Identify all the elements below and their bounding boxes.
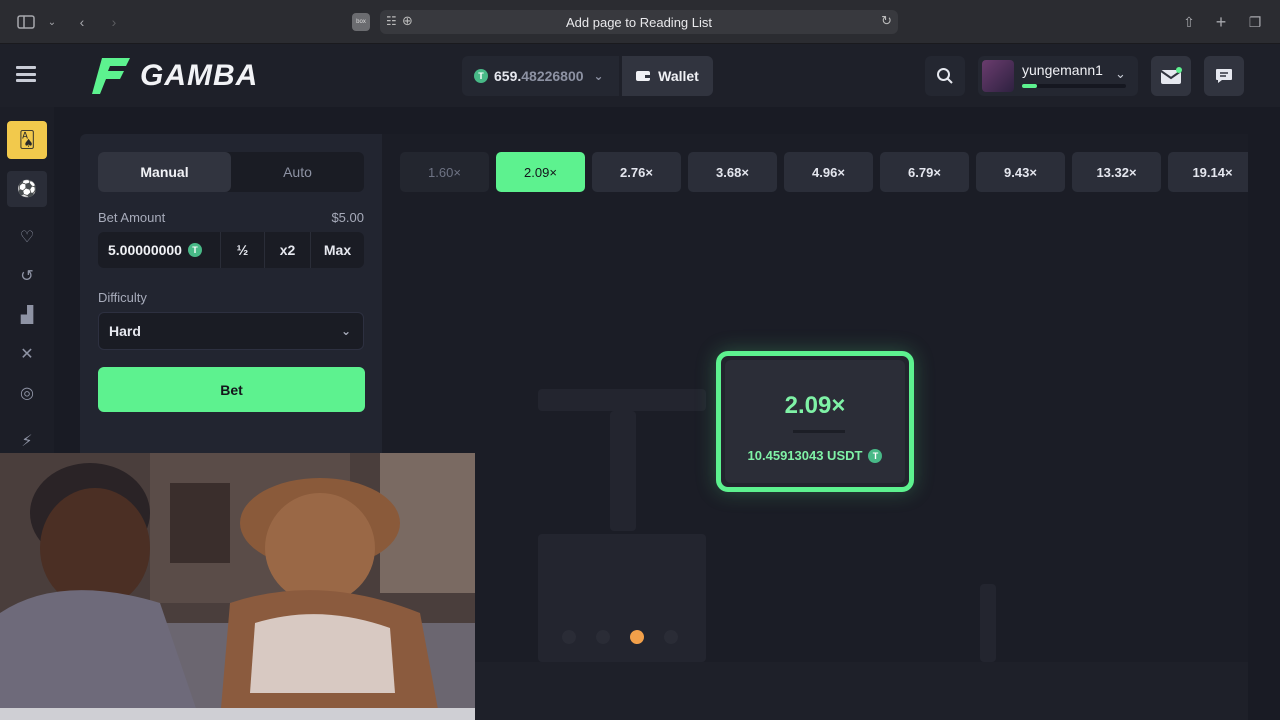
site-header: GAMBA T 659.48226800 ⌄ Wallet yungemann1… <box>0 44 1280 107</box>
mail-icon <box>1160 67 1182 84</box>
browser-toolbar: ⌄ ‹ › box ☷ ⊕ Add page to Reading List ↻… <box>0 0 1280 44</box>
cards-icon[interactable]: 🂡 <box>7 121 47 159</box>
multiplier-tile: 9.43× <box>976 152 1065 192</box>
wallet-button[interactable]: Wallet <box>622 56 713 96</box>
sidebar-toggle-icon[interactable] <box>16 12 36 32</box>
tower-top-block <box>538 389 706 411</box>
webcam-overlay <box>0 453 475 720</box>
address-bar[interactable]: ☷ ⊕ Add page to Reading List ↻ <box>380 10 898 34</box>
balance-value: 659.48226800 <box>494 68 584 84</box>
bet-controls-panel: Manual Auto Bet Amount $5.00 5.00000000 … <box>80 134 382 454</box>
result-multiplier: 2.09× <box>784 392 846 419</box>
user-menu[interactable]: yungemann1 ⌄ <box>978 56 1138 96</box>
search-button[interactable] <box>925 56 965 96</box>
chevron-down-icon: ⌄ <box>593 69 604 83</box>
multiplier-tile: 2.76× <box>592 152 681 192</box>
balance-dropdown[interactable]: T 659.48226800 ⌄ <box>462 56 619 96</box>
wallet-icon <box>636 71 651 81</box>
tether-coin-icon: T <box>868 448 883 463</box>
step-dot <box>630 630 644 644</box>
multiplier-row: 1.60× 2.09× 2.76× 3.68× 4.96× 6.79× 9.43× 13.32… <box>400 152 1248 192</box>
reader-icon[interactable]: ☷ <box>386 14 397 28</box>
gamba-logo[interactable]: GAMBA <box>90 54 258 98</box>
heart-icon[interactable]: ♡ <box>7 219 47 255</box>
chevron-down-icon[interactable]: ⌄ <box>42 12 62 32</box>
step-indicator <box>562 630 678 644</box>
step-dot <box>596 630 610 644</box>
chart-icon[interactable]: ▟ <box>7 297 47 333</box>
tab-auto[interactable]: Auto <box>231 152 364 192</box>
multiplier-tile: 4.96× <box>784 152 873 192</box>
site-tab-icon[interactable]: box <box>352 13 370 31</box>
username: yungemann1 <box>1022 62 1103 78</box>
reload-icon[interactable]: ↻ <box>881 13 892 29</box>
multiplier-tile: 6.79× <box>880 152 969 192</box>
difficulty-value: Hard <box>109 323 141 339</box>
max-button[interactable]: Max <box>310 232 364 268</box>
result-divider <box>793 430 845 433</box>
tether-coin-icon: T <box>187 243 202 257</box>
bet-amount-input[interactable]: 5.00000000 T <box>98 242 220 258</box>
share-icon[interactable]: ⇧ <box>1179 12 1199 32</box>
wallet-label: Wallet <box>658 68 699 84</box>
chevron-down-icon: ⌄ <box>340 324 351 338</box>
multiplier-tile: 13.32× <box>1072 152 1161 192</box>
multiplier-tile: 3.68× <box>688 152 777 192</box>
multiplier-tile: 1.60× <box>400 152 489 192</box>
chat-icon <box>1216 69 1232 83</box>
bet-button[interactable]: Bet <box>98 367 365 412</box>
gamba-logo-icon <box>92 58 130 94</box>
webcam-image <box>0 453 475 720</box>
difficulty-label: Difficulty <box>98 290 147 305</box>
step-dot <box>562 630 576 644</box>
game-area: 1.60× 2.09× 2.76× 3.68× 4.96× 6.79× 9.43× 13.32… <box>374 134 1248 720</box>
menu-icon[interactable] <box>16 66 36 82</box>
swords-icon[interactable]: ✕ <box>7 336 47 372</box>
game-floor <box>374 662 1248 720</box>
bet-amount-usd: $5.00 <box>331 210 364 225</box>
half-button[interactable]: ½ <box>220 232 264 268</box>
tower-side-post <box>980 584 996 662</box>
multiplier-tile: 19.14× <box>1168 152 1248 192</box>
logo-text: GAMBA <box>140 59 259 92</box>
search-icon <box>937 68 953 84</box>
xp-progress-bar <box>1022 84 1126 88</box>
xp-progress-fill <box>1022 84 1037 88</box>
double-button[interactable]: x2 <box>264 232 310 268</box>
step-dot <box>664 630 678 644</box>
notifications-button[interactable] <box>1151 56 1191 96</box>
mode-tabs: Manual Auto <box>98 152 364 192</box>
difficulty-select[interactable]: Hard ⌄ <box>98 312 364 350</box>
multiplier-tile: 2.09× <box>496 152 585 192</box>
bet-amount-label: Bet Amount <box>98 210 166 225</box>
chevron-down-icon: ⌄ <box>1115 66 1126 81</box>
target-icon[interactable]: ◎ <box>7 375 47 411</box>
tether-coin-icon: T <box>474 69 488 83</box>
tab-manual[interactable]: Manual <box>98 152 231 192</box>
result-payout: 10.45913043 USDT T <box>725 448 905 463</box>
bet-amount-field: 5.00000000 T ½ x2 Max <box>98 232 364 268</box>
tower-pole <box>610 411 636 531</box>
address-text: Add page to Reading List <box>566 14 712 30</box>
tab-overview-icon[interactable]: ❐ <box>1245 12 1265 32</box>
add-reading-list-icon[interactable]: ⊕ <box>402 13 413 29</box>
sports-icon[interactable]: ⚽ <box>7 171 47 207</box>
history-icon[interactable]: ↺ <box>7 258 47 294</box>
forward-icon[interactable]: › <box>104 12 124 32</box>
avatar <box>982 60 1014 92</box>
back-icon[interactable]: ‹ <box>72 12 92 32</box>
new-tab-icon[interactable]: + <box>1211 12 1231 32</box>
win-result-card: 2.09× 10.45913043 USDT T <box>716 351 914 492</box>
chat-button[interactable] <box>1204 56 1244 96</box>
